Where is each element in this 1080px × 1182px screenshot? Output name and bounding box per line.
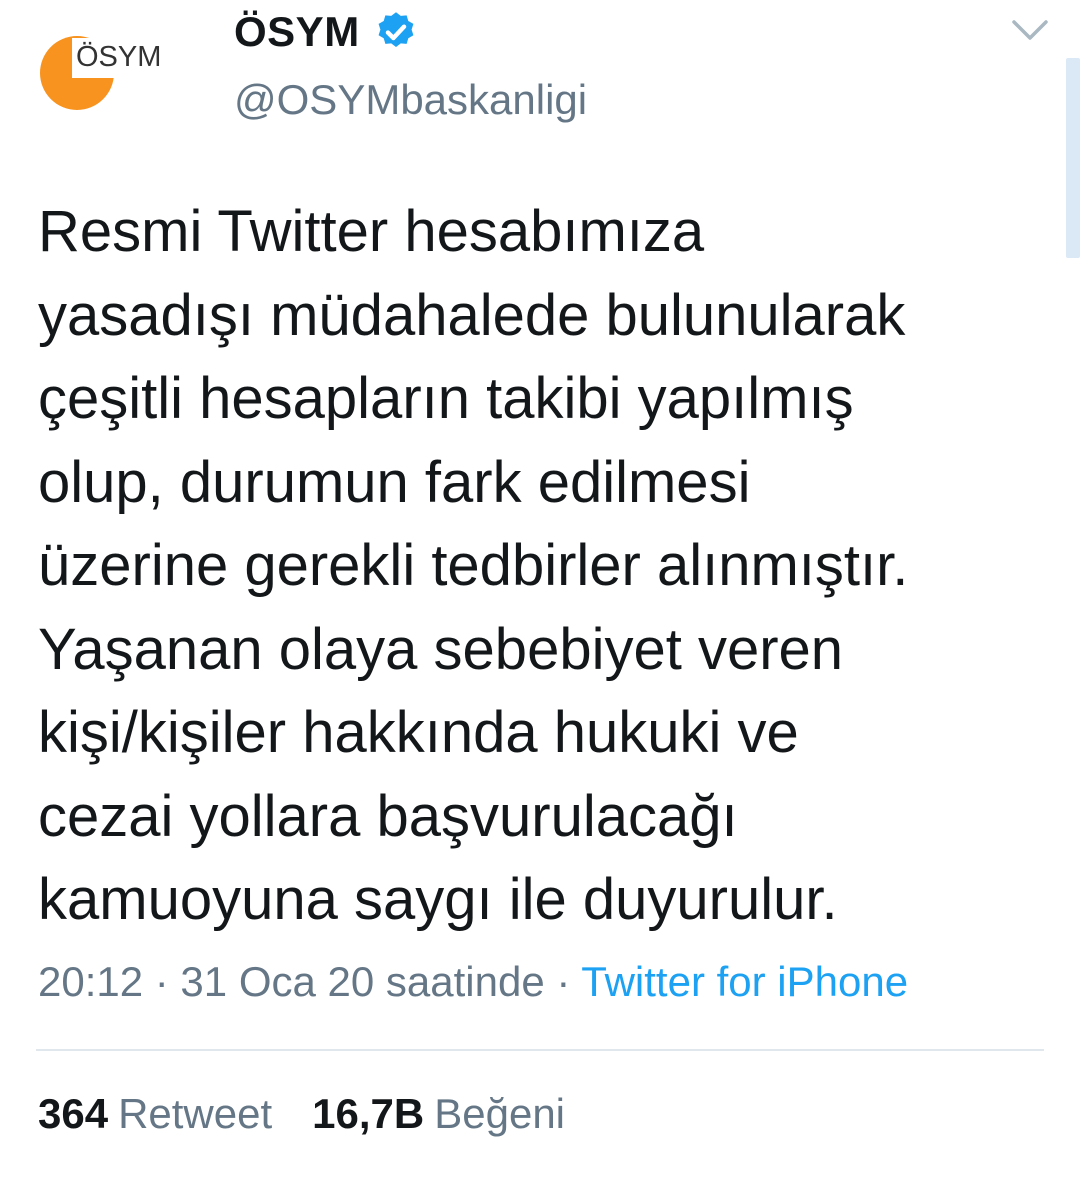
retweet-count: 364 (38, 1090, 109, 1137)
tweet-stats: 364 Retweet 16,7B Beğeni (38, 1090, 565, 1138)
tweet-text-line: çeşitli hesapların takibi yapılmış (38, 366, 854, 431)
retweet-stat[interactable]: 364 Retweet (38, 1090, 272, 1138)
tweet-text-line: Resmi Twitter hesabımıza (38, 199, 705, 264)
display-name[interactable]: ÖSYM (234, 8, 360, 56)
tweet-text-line: yasadışı müdahalede bulunularak (38, 282, 906, 348)
verified-badge-icon (378, 12, 414, 48)
like-count: 16,7B (312, 1090, 425, 1137)
divider (36, 1049, 1044, 1051)
user-handle[interactable]: @OSYMbaskanligi (234, 76, 587, 124)
tweet-text-line: kişi/kişiler hakkında hukuki ve (38, 700, 799, 765)
avatar[interactable]: ÖSYM (32, 28, 192, 118)
tweet-text: Resmi Twitter hesabımıza yasadışı müdaha… (38, 190, 1048, 942)
tweet-meta: 20:12 · 31 Oca 20 saatinde · Twitter for… (38, 958, 908, 1006)
tweet-timestamp[interactable]: 20:12 · 31 Oca 20 saatinde (38, 958, 545, 1005)
tweet-text-line: olup, durumun fark edilmesi (38, 449, 751, 515)
tweet-text-line: üzerine gerekli tedbirler alınmıştır. (38, 533, 909, 598)
chevron-down-icon[interactable] (1010, 16, 1050, 44)
scrollbar[interactable] (1066, 58, 1080, 258)
meta-separator: · (544, 958, 582, 1005)
tweet-text-line: Yaşanan olaya sebebiyet veren (38, 616, 844, 682)
like-stat[interactable]: 16,7B Beğeni (312, 1090, 565, 1138)
tweet-source-link[interactable]: Twitter for iPhone (581, 958, 908, 1005)
tweet-text-line: cezai yollara başvurulacağı (38, 783, 738, 849)
avatar-logo-text: ÖSYM (76, 41, 161, 73)
display-name-row: ÖSYM (234, 4, 418, 60)
tweet-text-line: kamuoyuna saygı ile duyurulur. (38, 867, 838, 932)
like-label: Beğeni (434, 1090, 566, 1137)
retweet-label: Retweet (118, 1090, 273, 1137)
